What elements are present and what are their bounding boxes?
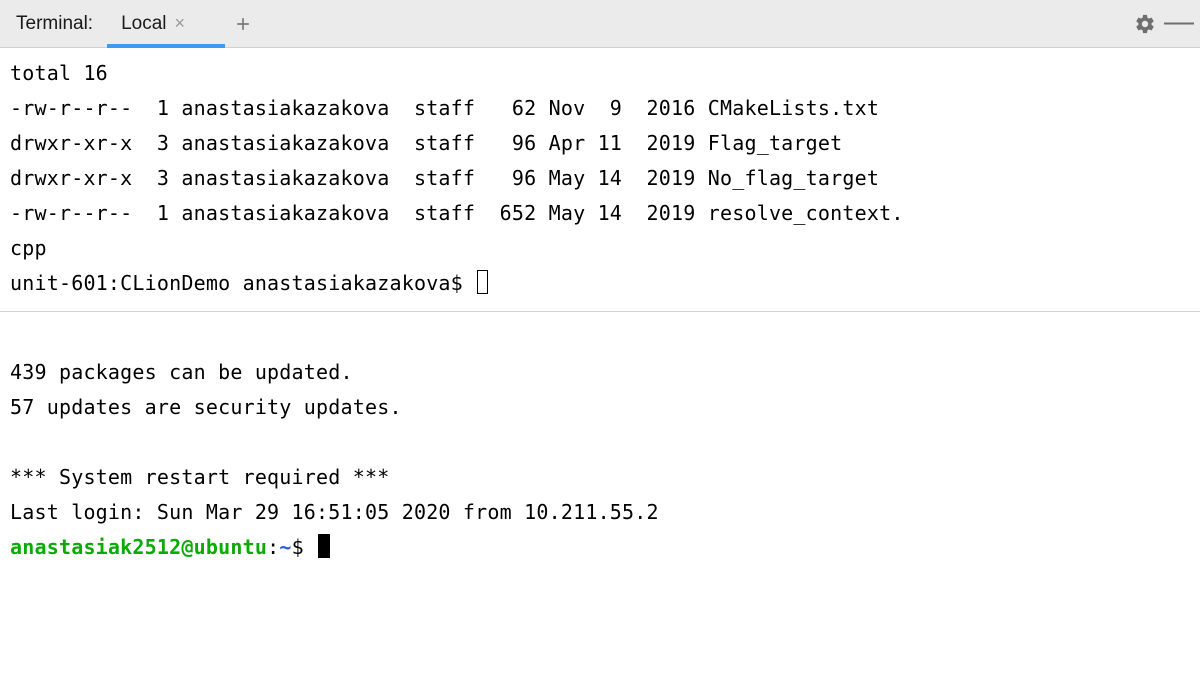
ls-line: cpp	[10, 236, 47, 260]
prompt-top: unit-601:CLionDemo anastasiakazakova$	[10, 271, 475, 295]
motd-line: 439 packages can be updated.	[10, 360, 353, 384]
terminal-pane-top[interactable]: total 16 -rw-r--r-- 1 anastasiakazakova …	[0, 48, 1200, 307]
prompt-path: ~	[279, 535, 291, 559]
prompt-colon: :	[267, 535, 279, 559]
minimize-button[interactable]: —	[1162, 7, 1196, 41]
motd-line: *** System restart required ***	[10, 465, 389, 489]
motd-line: Last login: Sun Mar 29 16:51:05 2020 fro…	[10, 500, 659, 524]
ls-line: drwxr-xr-x 3 anastasiakazakova staff 96 …	[10, 131, 842, 155]
terminal-header: Terminal: Local × —	[0, 0, 1200, 48]
prompt-user: anastasiak2512@ubuntu	[10, 535, 267, 559]
cursor-outline	[477, 270, 488, 294]
settings-button[interactable]	[1128, 7, 1162, 41]
ls-line: -rw-r--r-- 1 anastasiakazakova staff 652…	[10, 201, 904, 225]
terminal-pane-bottom[interactable]: 439 packages can be updated. 57 updates …	[0, 312, 1200, 571]
terminal-title: Terminal:	[16, 13, 93, 35]
ls-line: -rw-r--r-- 1 anastasiakazakova staff 62 …	[10, 96, 879, 120]
tab-label: Local	[121, 13, 166, 35]
cursor-block	[318, 534, 330, 558]
close-icon[interactable]: ×	[175, 13, 186, 34]
ls-line: total 16	[10, 61, 108, 85]
new-tab-button[interactable]	[233, 14, 253, 34]
prompt-tail: $	[292, 535, 316, 559]
motd-line: 57 updates are security updates.	[10, 395, 402, 419]
ls-line: drwxr-xr-x 3 anastasiakazakova staff 96 …	[10, 166, 879, 190]
tab-local[interactable]: Local ×	[111, 0, 195, 47]
gear-icon	[1134, 13, 1156, 35]
plus-icon	[233, 14, 253, 34]
